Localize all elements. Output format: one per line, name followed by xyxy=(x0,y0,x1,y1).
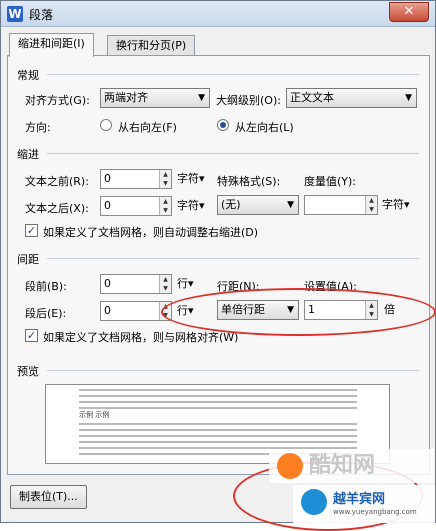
indent-grid-checkbox[interactable]: ✓ xyxy=(25,224,38,237)
watermark-logo-icon xyxy=(301,489,327,515)
special-format-value: (无) xyxy=(221,198,241,211)
preview-line xyxy=(79,407,357,409)
ltr-label: 从左向右(L) xyxy=(235,121,294,134)
outline-level-value: 正文文本 xyxy=(290,91,334,104)
general-heading: 常规 xyxy=(17,69,39,82)
preview-line xyxy=(79,429,357,431)
preview-line xyxy=(79,441,357,443)
measure-label: 度量值(Y): xyxy=(304,175,357,188)
indent-heading: 缩进 xyxy=(17,148,39,161)
watermark-url: www.yueyangbang.com xyxy=(333,508,417,516)
space-after-label: 段后(E): xyxy=(25,307,67,320)
preview-sample-text: 示例 示例 xyxy=(79,411,110,419)
watermark-logo-icon xyxy=(277,453,303,479)
space-before-label: 段前(B): xyxy=(25,280,67,293)
special-format-label: 特殊格式(S): xyxy=(217,175,281,188)
preview-line xyxy=(79,401,357,403)
watermark-kuzhi: 酷知网 xyxy=(269,449,434,483)
general-divider xyxy=(47,74,419,75)
space-before-unit[interactable]: 行▾ xyxy=(177,274,194,294)
spacing-grid-checkbox[interactable]: ✓ xyxy=(25,329,38,342)
direction-label: 方向: xyxy=(25,121,51,134)
spin-buttons[interactable]: ▲ ▼ xyxy=(159,275,171,293)
indent-before-value: 0 xyxy=(104,172,111,185)
tab-stops-button[interactable]: 制表位(T)... xyxy=(10,485,87,509)
watermark-text: 越羊宾网 xyxy=(333,492,386,507)
outline-level-label: 大纲级别(O): xyxy=(216,94,281,107)
outline-level-select[interactable]: 正文文本 ▼ xyxy=(286,88,417,108)
preview-divider xyxy=(47,370,419,371)
indent-divider xyxy=(47,153,419,154)
wps-app-icon: W xyxy=(7,6,23,22)
indent-before-unit[interactable]: 字符▾ xyxy=(177,169,205,189)
indent-after-unit[interactable]: 字符▾ xyxy=(177,196,205,216)
preview-line xyxy=(79,423,357,425)
alignment-value: 两端对齐 xyxy=(104,91,148,104)
dialog-title: 段落 xyxy=(29,8,54,22)
space-before-input[interactable]: 0 ▲ ▼ xyxy=(100,274,172,294)
chevron-down-icon: ▼ xyxy=(287,200,294,210)
annotation-oval xyxy=(161,288,436,336)
spin-buttons[interactable]: ▲ ▼ xyxy=(159,197,171,215)
alignment-label: 对齐方式(G): xyxy=(25,94,90,107)
paragraph-dialog: W 段落 ✕ 缩进和间距(I) 换行和分页(P) 常规 对齐方式(G): 两端对… xyxy=(0,0,436,531)
indent-grid-label: 如果定义了文档网格，则自动调整右缩进(D) xyxy=(43,226,259,239)
indent-after-label: 文本之后(X): xyxy=(25,202,89,215)
preview-line xyxy=(79,435,357,437)
indent-after-value: 0 xyxy=(104,199,111,212)
space-before-value: 0 xyxy=(104,277,111,290)
indent-before-input[interactable]: 0 ▲ ▼ xyxy=(100,169,172,189)
close-button[interactable]: ✕ xyxy=(389,2,429,22)
rtl-radio[interactable] xyxy=(100,119,112,131)
watermark-text: 酷知网 xyxy=(309,453,376,478)
space-after-value: 0 xyxy=(104,304,111,317)
tab-line-page-breaks[interactable]: 换行和分页(P) xyxy=(107,35,196,57)
spin-buttons[interactable]: ▲ ▼ xyxy=(159,170,171,188)
measure-input[interactable]: ▲ ▼ xyxy=(304,195,378,215)
spacing-divider xyxy=(47,258,419,259)
indent-before-label: 文本之前(R): xyxy=(25,175,89,188)
alignment-select[interactable]: 两端对齐 ▼ xyxy=(100,88,210,108)
rtl-label: 从右向左(F) xyxy=(118,121,177,134)
spacing-heading: 间距 xyxy=(17,253,39,266)
preview-line xyxy=(79,395,357,397)
special-format-select[interactable]: (无) ▼ xyxy=(217,195,299,215)
chevron-down-icon: ▼ xyxy=(405,93,412,103)
watermark-yueyangbang: 越羊宾网 www.yueyangbang.com xyxy=(293,485,435,523)
spin-buttons[interactable]: ▲ ▼ xyxy=(365,196,377,214)
tab-indent-spacing[interactable]: 缩进和间距(I) xyxy=(9,33,94,57)
indent-after-input[interactable]: 0 ▲ ▼ xyxy=(100,196,172,216)
preview-heading: 预览 xyxy=(17,365,39,378)
preview-line xyxy=(79,389,357,391)
measure-unit[interactable]: 字符▾ xyxy=(382,195,410,215)
ltr-radio[interactable] xyxy=(217,119,229,131)
chevron-down-icon: ▼ xyxy=(198,93,205,103)
title-bar: W 段落 ✕ xyxy=(1,1,435,27)
spacing-grid-label: 如果定义了文档网格，则与网格对齐(W) xyxy=(43,331,239,344)
